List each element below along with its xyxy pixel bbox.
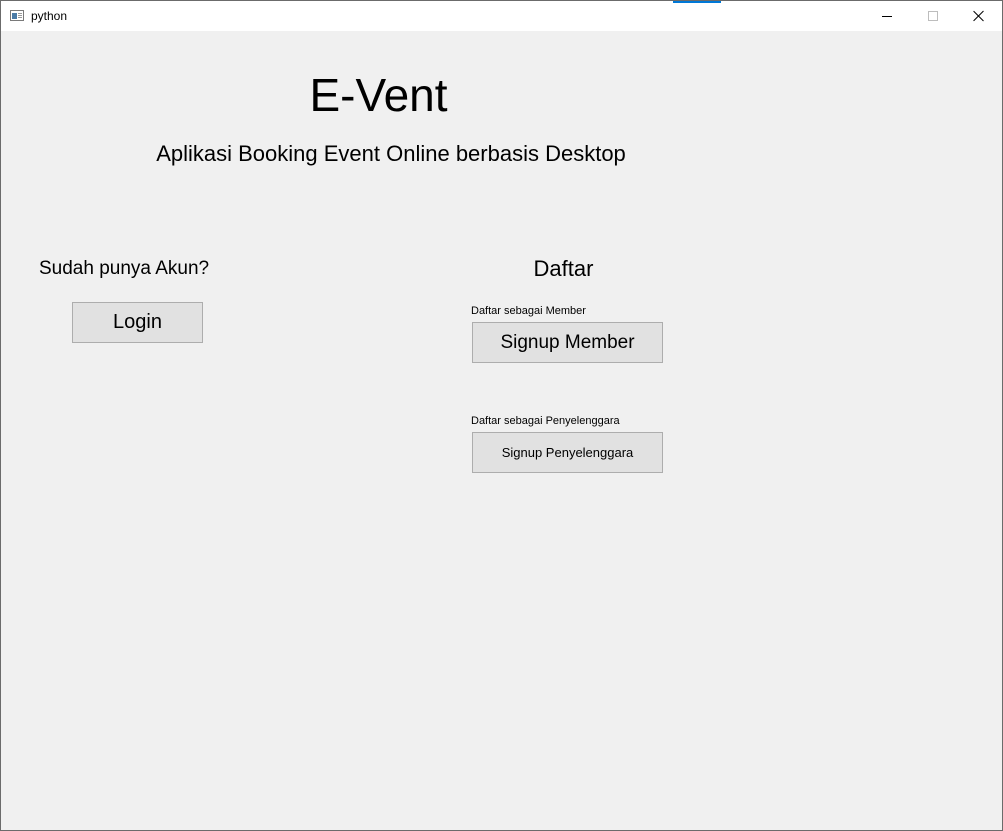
window-title: python <box>31 9 68 23</box>
minimize-icon <box>882 16 892 17</box>
organizer-signup-label: Daftar sebagai Penyelenggara <box>471 415 620 427</box>
signup-member-button[interactable]: Signup Member <box>472 322 663 363</box>
maximize-button[interactable] <box>910 1 956 31</box>
app-window-icon <box>10 10 24 21</box>
close-icon <box>973 10 985 22</box>
login-prompt: Sudah punya Akun? <box>39 258 210 279</box>
app-title: E-Vent <box>309 69 448 121</box>
app-subtitle: Aplikasi Booking Event Online berbasis D… <box>156 141 626 166</box>
app-window: python E-Vent Aplikasi Booking Event Onl… <box>0 0 1003 831</box>
login-button[interactable]: Login <box>72 302 203 343</box>
signup-organizer-button[interactable]: Signup Penyelenggara <box>472 432 663 473</box>
member-signup-label: Daftar sebagai Member <box>471 305 586 317</box>
close-button[interactable] <box>956 1 1002 31</box>
title-bar[interactable]: python <box>1 1 1002 31</box>
register-heading: Daftar <box>533 256 594 281</box>
minimize-button[interactable] <box>864 1 910 31</box>
taskbar-accent-strip <box>673 1 721 3</box>
maximize-icon <box>928 11 938 21</box>
